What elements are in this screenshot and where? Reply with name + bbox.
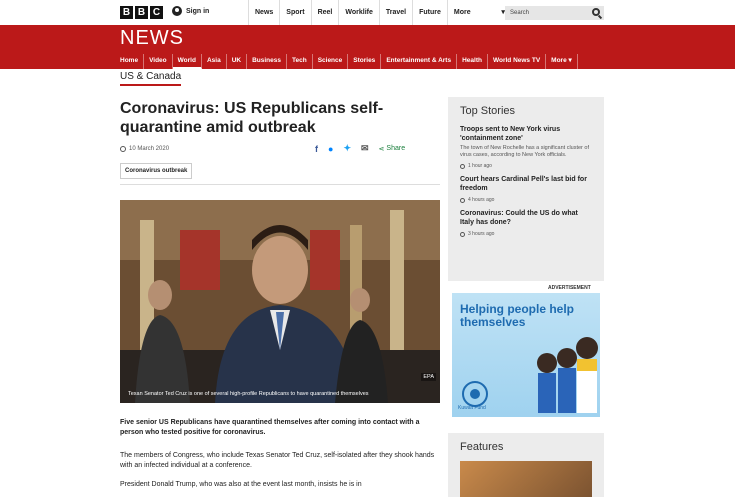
article-paragraph: The members of Congress, who include Tex… [120, 452, 435, 469]
facebook-icon[interactable]: f [315, 144, 318, 154]
logo-letter-c: C [150, 6, 163, 19]
topnav-sport[interactable]: Sport [279, 0, 310, 25]
divider [120, 184, 440, 185]
nav-science[interactable]: Science [313, 54, 349, 69]
article-paragraph: President Donald Trump, who was also at … [120, 481, 362, 488]
clock-icon [120, 146, 126, 152]
story-item[interactable]: Court hears Cardinal Pell's last bid for… [460, 175, 592, 203]
topnav-more-label: More [453, 9, 471, 16]
top-stories-panel: Top Stories Troops sent to New York viru… [448, 97, 604, 281]
story-time: 4 hours ago [460, 197, 592, 203]
nav-more[interactable]: More ▾ [546, 54, 578, 69]
features-title: Features [460, 441, 504, 453]
feature-image[interactable] [460, 461, 592, 497]
story-summary: The town of New Rochelle has a significa… [460, 145, 590, 158]
article-headline: Coronavirus: US Republicans self-quarant… [120, 100, 384, 136]
bbc-logo[interactable]: B B C [120, 6, 163, 19]
story-time-text: 4 hours ago [468, 197, 495, 203]
photo-illustration [120, 200, 440, 403]
ad-logo-text: Kuwait Fund [458, 405, 486, 411]
ad-headline: Helping people help themselves [460, 302, 575, 329]
signin-link[interactable]: Sign in [172, 6, 209, 16]
photo-credit: EPA [421, 373, 436, 381]
main-nav: Home Video World Asia UK Business Tech S… [115, 54, 578, 69]
news-header: NEWS Home Video World Asia UK Business T… [0, 25, 735, 69]
top-nav: News Sport Reel Worklife Travel Future M… [248, 0, 511, 25]
story-time-text: 3 hours ago [468, 231, 495, 237]
nav-entertainment[interactable]: Entertainment & Arts [381, 54, 458, 69]
nav-stories[interactable]: Stories [348, 54, 382, 69]
article-lead: Five senior US Republicans have quaranti… [120, 419, 420, 436]
share-icon: ⋖ [378, 145, 385, 153]
clock-icon [460, 197, 465, 203]
story-title[interactable]: Troops sent to New York virus 'containme… [460, 125, 592, 143]
clock-icon [460, 231, 465, 237]
advertisement-label: ADVERTISEMENT [548, 285, 591, 291]
logo-letter-b2: B [135, 6, 148, 19]
nav-asia[interactable]: Asia [202, 54, 227, 69]
search-input[interactable]: Search [505, 6, 604, 20]
nav-world[interactable]: World [172, 54, 202, 69]
nav-home[interactable]: Home [115, 54, 145, 69]
nav-video[interactable]: Video [144, 54, 173, 69]
logo-letter-b1: B [120, 6, 133, 19]
signin-label: Sign in [186, 7, 210, 15]
nav-business[interactable]: Business [247, 54, 287, 69]
advertisement-banner[interactable]: Helping people help themselves Kuwait Fu… [452, 293, 600, 417]
email-icon[interactable]: ✉ [361, 143, 369, 154]
share-bar: f ● ✦ ✉ ⋖ Share [315, 143, 405, 154]
share-label: Share [386, 145, 406, 152]
topnav-news[interactable]: News [248, 0, 279, 25]
article-date-text: 10 March 2020 [129, 146, 170, 152]
top-bar: B B C Sign in News Sport Reel Worklife T… [0, 0, 735, 25]
nav-tech[interactable]: Tech [287, 54, 313, 69]
user-icon [172, 6, 182, 16]
clock-icon [460, 163, 465, 169]
story-time: 3 hours ago [460, 231, 592, 237]
nav-health[interactable]: Health [457, 54, 488, 69]
messenger-icon[interactable]: ● [328, 144, 333, 154]
topic-tag[interactable]: Coronavirus outbreak [120, 163, 193, 179]
topnav-more[interactable]: More ▾ [446, 0, 511, 25]
twitter-icon[interactable]: ✦ [343, 143, 351, 154]
search-placeholder: Search [510, 10, 530, 16]
photo-caption: Texan Senator Ted Cruz is one of several… [128, 391, 369, 397]
story-title[interactable]: Coronavirus: Could the US do what Italy … [460, 209, 592, 227]
story-time: 1 hour ago [460, 163, 592, 169]
section-us-canada[interactable]: US & Canada [120, 71, 182, 86]
story-item[interactable]: Coronavirus: Could the US do what Italy … [460, 209, 592, 237]
topnav-future[interactable]: Future [412, 0, 447, 25]
story-item[interactable]: Troops sent to New York virus 'containme… [460, 125, 592, 169]
story-title[interactable]: Court hears Cardinal Pell's last bid for… [460, 175, 592, 193]
search-icon[interactable] [592, 8, 600, 16]
share-button[interactable]: ⋖ Share [379, 145, 406, 153]
topnav-worklife[interactable]: Worklife [338, 0, 379, 25]
article-date: 10 March 2020 [120, 146, 169, 152]
features-panel: Features [448, 433, 604, 497]
topnav-travel[interactable]: Travel [378, 0, 412, 25]
nav-uk[interactable]: UK [227, 54, 248, 69]
top-stories-title: Top Stories [460, 105, 516, 117]
nav-world-news-tv[interactable]: World News TV [488, 54, 547, 69]
story-time-text: 1 hour ago [468, 163, 492, 169]
article-photo: EPA Texan Senator Ted Cruz is one of sev… [120, 200, 440, 403]
topnav-reel[interactable]: Reel [310, 0, 339, 25]
news-title[interactable]: NEWS [120, 27, 184, 50]
